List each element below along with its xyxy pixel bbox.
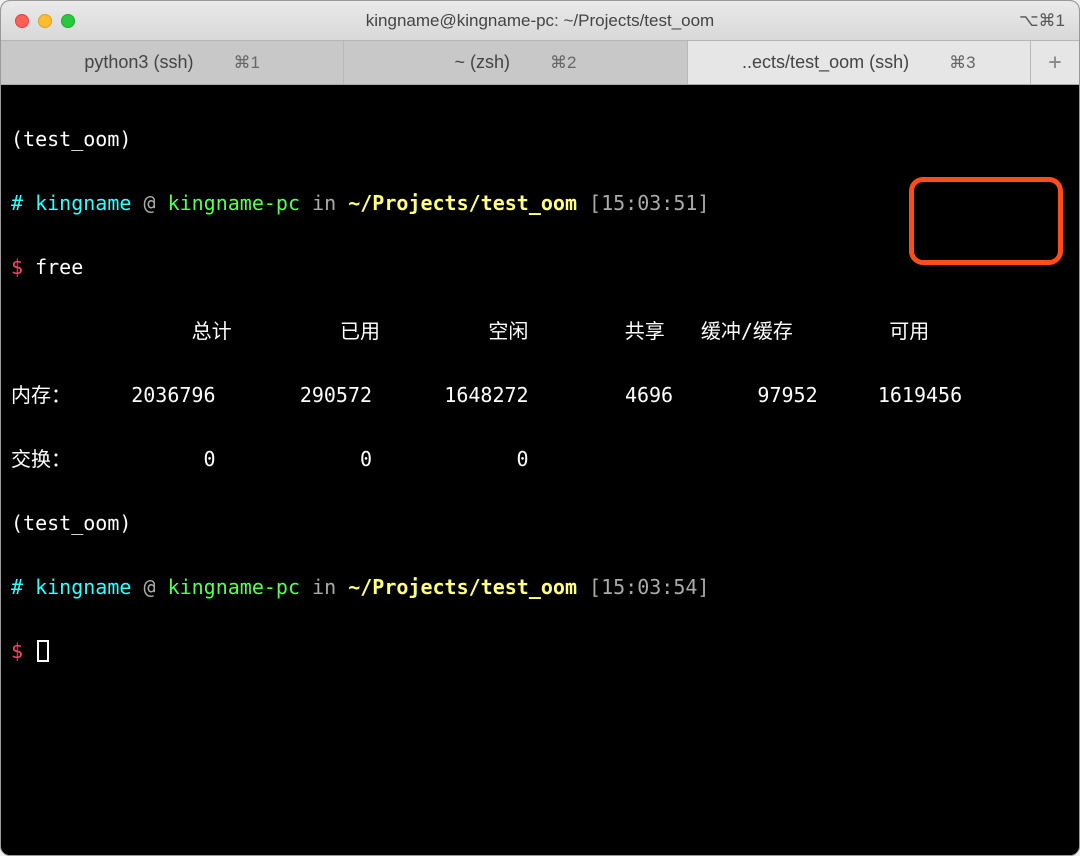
command-free: free: [35, 255, 83, 279]
prompt-path: ~/Projects/test_oom: [348, 575, 577, 599]
prompt-at: @: [143, 191, 155, 215]
cursor-icon: [37, 640, 49, 662]
window-title: kingname@kingname-pc: ~/Projects/test_oo…: [1, 11, 1079, 31]
prompt-in: in: [312, 575, 336, 599]
env-name: (test_oom): [11, 511, 131, 535]
traffic-lights: [15, 14, 75, 28]
prompt-in: in: [312, 191, 336, 215]
prompt-time: [15:03:51]: [589, 191, 709, 215]
tabbar: python3 (ssh) ⌘1 ~ (zsh) ⌘2 ..ects/test_…: [1, 41, 1079, 85]
terminal-window: kingname@kingname-pc: ~/Projects/test_oo…: [0, 0, 1080, 856]
free-mem-row: 内存： 2036796 290572 1648272 4696 97952 16…: [11, 379, 1069, 411]
tab-label: python3 (ssh): [84, 52, 193, 73]
tab-python3-ssh[interactable]: python3 (ssh) ⌘1: [1, 41, 344, 84]
tab-shortcut: ⌘3: [949, 53, 975, 73]
titlebar: kingname@kingname-pc: ~/Projects/test_oo…: [1, 1, 1079, 41]
tab-shortcut: ⌘2: [550, 53, 576, 73]
prompt-dollar: $: [11, 639, 23, 663]
prompt-path: ~/Projects/test_oom: [348, 191, 577, 215]
prompt-at: @: [143, 575, 155, 599]
terminal-body[interactable]: (test_oom) # kingname @ kingname-pc in ~…: [1, 85, 1079, 856]
titlebar-shortcut: ⌥⌘1: [1019, 11, 1065, 31]
tab-label: ~ (zsh): [455, 52, 511, 73]
prompt-hash: #: [11, 191, 23, 215]
prompt-host: kingname-pc: [168, 575, 300, 599]
prompt-host: kingname-pc: [168, 191, 300, 215]
env-name: (test_oom): [11, 127, 131, 151]
prompt-user: kingname: [35, 575, 131, 599]
prompt-time: [15:03:54]: [589, 575, 709, 599]
free-headers: 总计 已用 空闲 共享 缓冲/缓存 可用: [11, 315, 1069, 347]
prompt-dollar: $: [11, 255, 23, 279]
minimize-icon[interactable]: [38, 14, 52, 28]
free-swap-row: 交换： 0 0 0: [11, 443, 1069, 475]
add-tab-button[interactable]: +: [1031, 41, 1079, 84]
plus-icon: +: [1048, 50, 1061, 75]
prompt-hash: #: [11, 575, 23, 599]
maximize-icon[interactable]: [61, 14, 75, 28]
tab-zsh[interactable]: ~ (zsh) ⌘2: [344, 41, 687, 84]
tab-label: ..ects/test_oom (ssh): [742, 52, 909, 73]
prompt-user: kingname: [35, 191, 131, 215]
tab-shortcut: ⌘1: [233, 53, 259, 73]
tab-test-oom-ssh[interactable]: ..ects/test_oom (ssh) ⌘3: [688, 41, 1031, 84]
close-icon[interactable]: [15, 14, 29, 28]
